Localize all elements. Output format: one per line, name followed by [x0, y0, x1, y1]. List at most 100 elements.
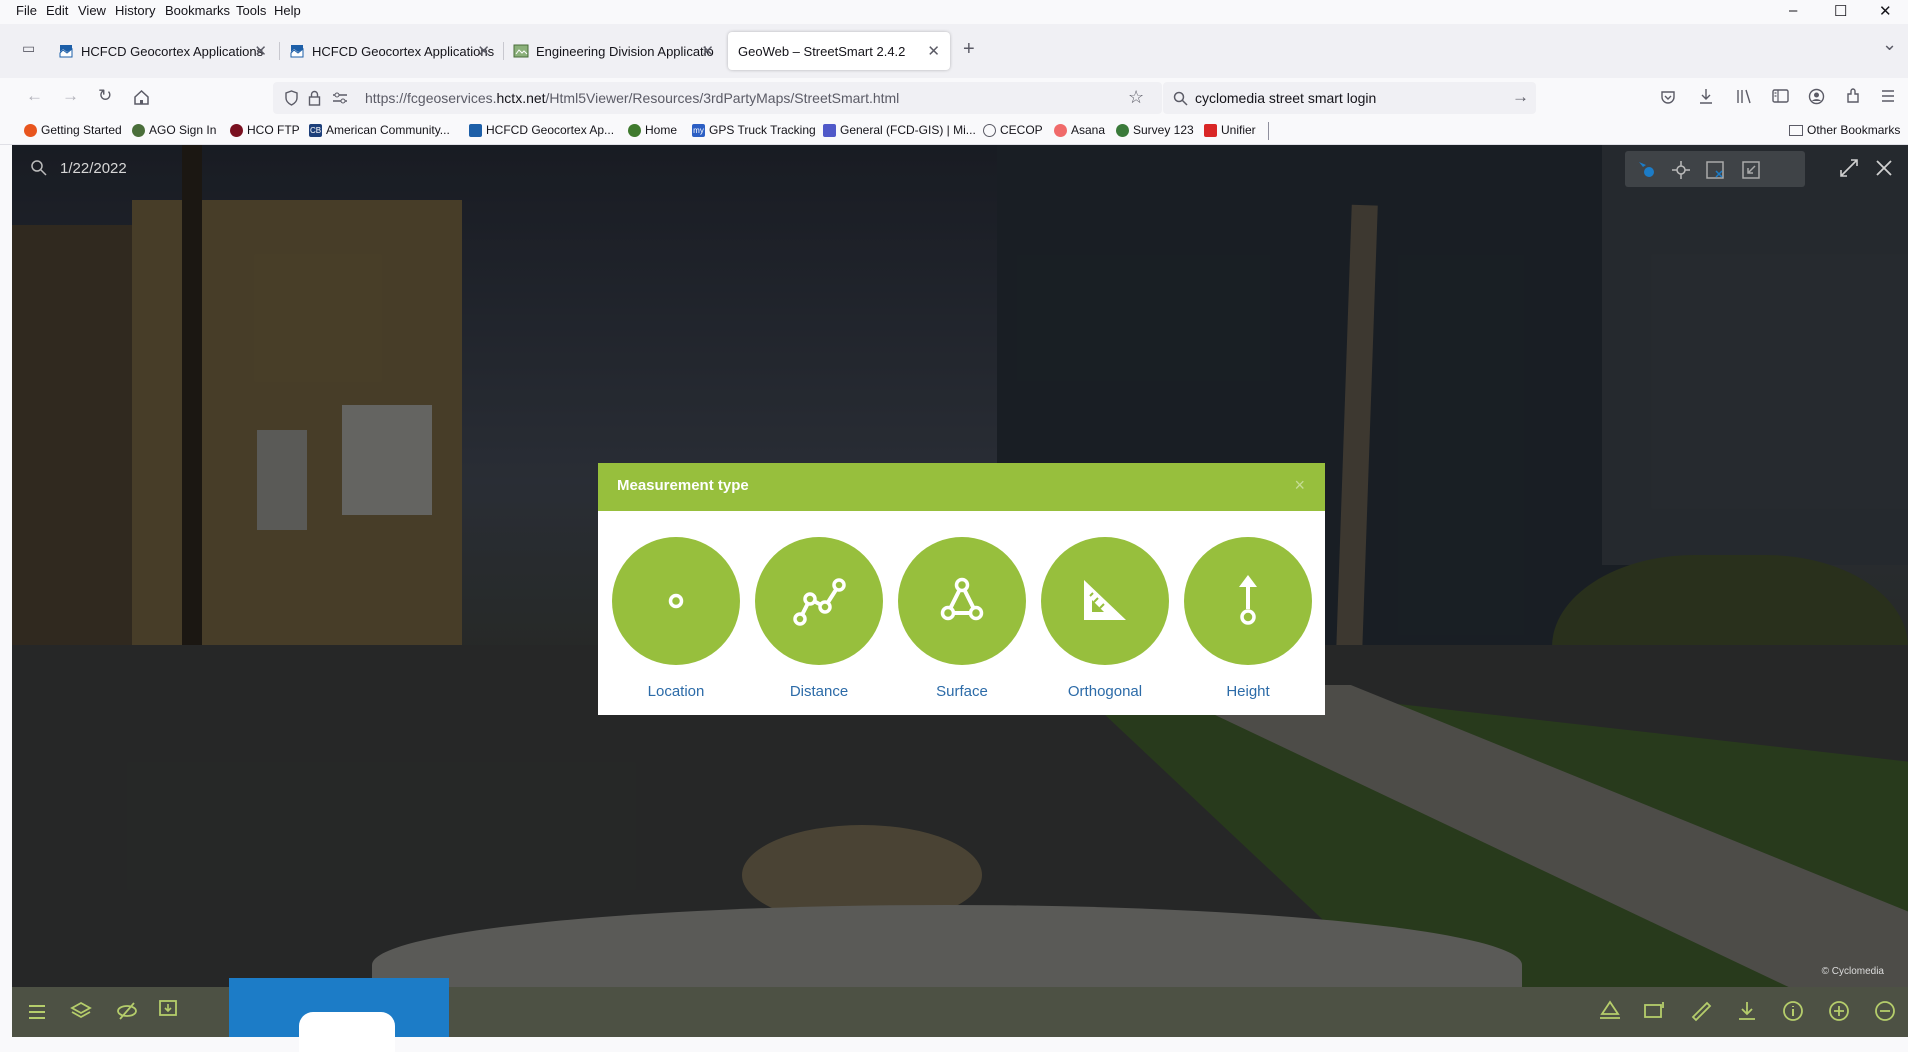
gps-icon: my [692, 123, 705, 137]
zoom-in-icon[interactable] [1828, 1000, 1850, 1022]
visibility-off-icon[interactable] [116, 1000, 138, 1022]
minimize-button[interactable]: – [1789, 2, 1797, 19]
measure-orthogonal-option[interactable]: Orthogonal [1041, 537, 1169, 700]
other-bookmarks-folder[interactable]: Other Bookmarks [1789, 123, 1900, 137]
tab-label: HCFCD Geocortex Applications [81, 43, 264, 59]
tab-close-icon[interactable]: ✕ [477, 42, 490, 60]
bookmark-hcfcd-geocortex[interactable]: HCFCD Geocortex Ap... [469, 123, 614, 137]
distance-label[interactable]: Distance [755, 683, 883, 700]
minimize-view-icon[interactable] [1741, 160, 1761, 180]
height-button[interactable] [1184, 537, 1312, 665]
maximize-button[interactable]: ☐ [1834, 2, 1847, 20]
orthogonal-button[interactable] [1041, 537, 1169, 665]
sidebar-icon[interactable] [1772, 88, 1789, 104]
home-globe-icon [628, 123, 641, 137]
bookmark-getting-started[interactable]: Getting Started [24, 123, 122, 137]
bookmark-american-community[interactable]: CB American Community... [309, 123, 450, 137]
surface-polygon-icon [940, 577, 984, 621]
bookmark-survey-123[interactable]: Survey 123 [1116, 123, 1194, 137]
app-logo [299, 1012, 395, 1052]
menu-history[interactable]: History [115, 3, 155, 18]
menu-bookmarks[interactable]: Bookmarks [165, 3, 230, 18]
pointer-tool-icon[interactable] [1637, 160, 1657, 180]
tab-close-icon[interactable]: ✕ [254, 42, 267, 60]
search-bar[interactable]: cyclomedia street smart login → [1163, 82, 1536, 114]
tab-list-chevron-icon[interactable]: ⌄ [1882, 34, 1897, 55]
account-icon[interactable] [1808, 88, 1825, 105]
tab-close-icon[interactable]: ✕ [701, 42, 714, 60]
layers-icon[interactable] [70, 1000, 92, 1022]
permissions-icon[interactable] [332, 92, 348, 104]
bookmark-label: General (FCD-GIS) | Mi... [840, 123, 976, 137]
expand-icon[interactable] [1838, 157, 1860, 179]
bookmark-home[interactable]: Home [628, 123, 677, 137]
library-icon[interactable] [1736, 88, 1752, 104]
menu-icon[interactable] [28, 1004, 46, 1020]
lock-icon[interactable] [308, 90, 321, 106]
new-tab-button[interactable]: + [963, 38, 975, 61]
measure-ruler-icon[interactable] [1690, 1000, 1712, 1022]
bookmark-gps-truck-tracking[interactable]: my GPS Truck Tracking [692, 123, 816, 137]
tab-bar: ▭ HCFCD Geocortex Applications ✕ HCFCD G… [0, 24, 1908, 78]
measure-surface-option[interactable]: Surface [898, 537, 1026, 700]
home-icon[interactable] [133, 89, 150, 106]
tab-label: Engineering Division Applicatio [536, 43, 714, 59]
menu-view[interactable]: View [78, 3, 106, 18]
surface-button[interactable] [898, 537, 1026, 665]
zoom-history-icon[interactable] [30, 159, 48, 177]
recording-date: 1/22/2022 [30, 159, 127, 177]
bookmark-hco-ftp[interactable]: HCO FTP [230, 123, 300, 137]
tab-overview-icon[interactable]: ▭ [22, 40, 35, 57]
search-go-arrow-icon[interactable]: → [1512, 87, 1529, 107]
tab-hcfcd-geocortex-2[interactable]: HCFCD Geocortex Applications ✕ [289, 32, 494, 70]
download-icon[interactable] [1737, 1000, 1757, 1022]
measure-distance-option[interactable]: Distance [755, 537, 883, 700]
distance-button[interactable] [755, 537, 883, 665]
downloads-icon[interactable] [1698, 88, 1714, 105]
shield-icon[interactable] [284, 90, 299, 106]
forward-arrow-icon[interactable]: → [62, 86, 79, 106]
menu-file[interactable]: File [16, 3, 37, 18]
seal-icon [230, 123, 243, 137]
location-button[interactable] [612, 537, 740, 665]
markup-icon[interactable] [1643, 1000, 1667, 1022]
zoom-out-icon[interactable] [1874, 1000, 1896, 1022]
distance-line-icon [793, 578, 846, 626]
menu-tools[interactable]: Tools [236, 3, 266, 18]
bookmark-asana[interactable]: Asana [1054, 123, 1105, 137]
tab-close-icon[interactable]: ✕ [927, 42, 940, 60]
bookmark-unifier[interactable]: Unifier [1204, 123, 1256, 137]
extensions-icon[interactable] [1845, 88, 1861, 105]
measure-height-option[interactable]: Height [1184, 537, 1312, 700]
hamburger-menu-icon[interactable] [1880, 89, 1896, 103]
bookmark-cecop[interactable]: CECOP [983, 123, 1043, 137]
location-label[interactable]: Location [612, 683, 740, 700]
dialog-close-button[interactable]: × [1294, 475, 1305, 496]
orthogonal-label[interactable]: Orthogonal [1041, 683, 1169, 700]
menu-edit[interactable]: Edit [46, 3, 68, 18]
menu-help[interactable]: Help [274, 3, 301, 18]
recording-date-text: 1/22/2022 [60, 159, 127, 177]
info-icon[interactable] [1782, 1000, 1804, 1022]
bookmark-star-icon[interactable]: ☆ [1128, 87, 1144, 108]
tab-geoweb-streetsmart[interactable]: GeoWeb – StreetSmart 2.4.2 ✕ [728, 32, 950, 70]
overlay-toggle-icon[interactable] [1705, 160, 1725, 180]
bookmark-ago-sign-in[interactable]: AGO Sign In [132, 123, 216, 137]
identify-icon[interactable] [1598, 1000, 1622, 1022]
reload-icon[interactable]: ↻ [98, 86, 112, 106]
bookmark-download-icon[interactable] [158, 999, 178, 1021]
survey-icon [1116, 123, 1129, 137]
close-viewer-icon[interactable] [1874, 158, 1894, 178]
surface-label[interactable]: Surface [898, 683, 1026, 700]
tab-hcfcd-geocortex-1[interactable]: HCFCD Geocortex Applications ✕ [58, 32, 271, 70]
crosshair-tool-icon[interactable] [1671, 160, 1691, 180]
bookmark-general-fcd-gis[interactable]: General (FCD-GIS) | Mi... [823, 123, 976, 137]
url-bar[interactable]: https://fcgeoservices.hctx.net/Html5View… [273, 82, 1162, 114]
pocket-icon[interactable] [1660, 89, 1676, 105]
unifier-icon [1204, 123, 1217, 137]
tab-engineering-division[interactable]: Engineering Division Applicatio ✕ [513, 32, 718, 70]
back-arrow-icon[interactable]: ← [26, 86, 43, 106]
measure-location-option[interactable]: Location [612, 537, 740, 700]
height-label[interactable]: Height [1184, 683, 1312, 700]
close-window-button[interactable]: ✕ [1879, 2, 1892, 20]
